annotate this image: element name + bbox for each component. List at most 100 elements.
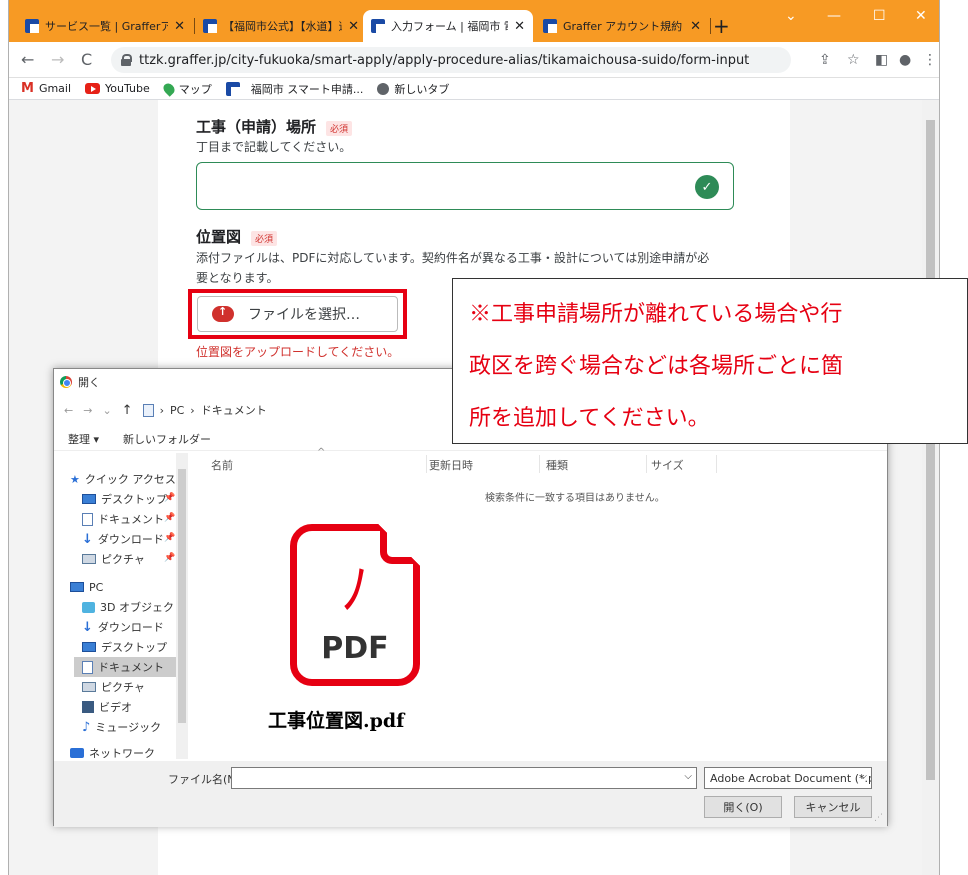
check-icon: ✓ [695, 175, 719, 199]
tree-item-pictures[interactable]: ピクチャ [82, 549, 145, 569]
page-scrollbar[interactable] [922, 100, 939, 875]
close-icon[interactable]: ✕ [348, 19, 359, 34]
cancel-button[interactable]: キャンセル [794, 796, 872, 818]
pdf-page-fold [376, 522, 422, 568]
share-icon[interactable]: ⇪ [819, 52, 831, 68]
tree-label: ピクチャ [101, 553, 145, 566]
bookmark-maps[interactable]: マップ [160, 80, 212, 97]
required-badge: 必須 [326, 121, 353, 136]
choose-file-button[interactable]: ファイルを選択… [197, 296, 398, 332]
maximize-icon[interactable]: ☐ [873, 8, 886, 24]
tree-item-pc[interactable]: PC [70, 577, 103, 597]
tree-label: 3D オブジェクト [100, 601, 185, 614]
bookmark-fukuoka-smart[interactable]: 福岡市 スマート申請... [225, 81, 363, 97]
tree-item-3d-objects[interactable]: 3D オブジェクト [82, 597, 185, 617]
scrollbar-thumb[interactable] [926, 120, 935, 780]
graffer-favicon-icon [25, 19, 39, 33]
youtube-icon [85, 83, 101, 94]
3d-objects-icon [82, 601, 95, 613]
empty-message: 検索条件に一致する項目はありません。 [485, 493, 665, 504]
tree-item-quick-access[interactable]: ★ クイック アクセス [70, 469, 176, 489]
recent-dropdown-icon[interactable]: ⌄ [102, 404, 111, 417]
tree-item-desktop[interactable]: デスクトップ [82, 637, 167, 657]
bookmark-gmail[interactable]: M Gmail [21, 81, 71, 96]
graffer-favicon-icon [225, 81, 240, 96]
dialog-title: 開く [78, 376, 100, 389]
desktop-icon [82, 642, 96, 652]
tab-search-icon[interactable]: ⌄ [785, 8, 797, 24]
map-help-line: 添付ファイルは、PDFに対応しています。契約件名が異なる工事・設計については別途… [196, 251, 710, 265]
gmail-icon: M [21, 81, 34, 96]
tree-label: ピクチャ [101, 681, 145, 694]
globe-icon [377, 82, 390, 95]
map-label: 位置図 [196, 228, 242, 246]
cloud-upload-icon [212, 305, 234, 322]
tab-graffer-terms[interactable]: Graffer アカウント規約 | G ✕ [535, 10, 709, 42]
organize-button[interactable]: 整理 ▾ [68, 431, 99, 447]
tree-label: ミュージック [95, 721, 162, 734]
tab-fukuoka-official[interactable]: 【福岡市公式】【水道】道路 ✕ [195, 10, 367, 42]
note-callout: ※工事申請場所が離れている場合や行 政区を跨ぐ場合などは各場所ごとに箇 所を追加… [452, 278, 968, 444]
music-icon: ♪ [82, 719, 91, 735]
tree-item-downloads[interactable]: ↓ ダウンロード [82, 529, 164, 549]
download-icon: ↓ [82, 531, 93, 547]
back-icon[interactable]: ← [64, 404, 73, 417]
tree-item-documents-selected[interactable]: ドキュメント [74, 657, 176, 677]
minimize-icon[interactable]: — [827, 8, 841, 24]
pin-icon: 📌 [164, 533, 176, 543]
close-icon[interactable]: ✕ [514, 19, 525, 34]
documents-icon [82, 660, 93, 674]
bookmark-youtube[interactable]: YouTube [85, 82, 150, 95]
bookmark-new-tab[interactable]: 新しいタブ [377, 81, 449, 97]
forward-icon[interactable]: → [83, 404, 92, 417]
new-tab-button[interactable]: + [713, 14, 730, 38]
column-type[interactable]: 種類 [546, 457, 568, 473]
address-bar[interactable]: ttzk.graffer.jp/city-fukuoka/smart-apply… [111, 47, 791, 73]
tree-item-desktop[interactable]: デスクトップ [82, 489, 167, 509]
upload-error-message: 位置図をアップロードしてください。 [196, 345, 400, 359]
open-button[interactable]: 開く(O) [704, 796, 782, 818]
column-modified[interactable]: 更新日時 [429, 457, 473, 473]
tree-item-network[interactable]: ネットワーク [70, 743, 155, 759]
resize-grip-icon[interactable]: ⋰ [874, 813, 883, 823]
scrollbar-thumb[interactable] [178, 469, 186, 723]
tree-label: デスクトップ [101, 493, 167, 506]
pin-icon: 📌 [164, 553, 176, 563]
filetype-select[interactable]: Adobe Acrobat Document (*.pc ⌵ [704, 767, 872, 789]
tree-item-documents[interactable]: ドキュメント [82, 509, 164, 529]
tab-input-form[interactable]: 入力フォーム | 福岡市 電子 ✕ [363, 10, 533, 42]
column-size[interactable]: サイズ [651, 457, 684, 473]
up-arrow-icon[interactable]: ↑ [122, 403, 133, 418]
close-icon[interactable]: ✕ [174, 19, 185, 34]
pin-icon: 📌 [164, 493, 176, 503]
reload-icon[interactable]: C [81, 50, 92, 69]
location-input[interactable]: ✓ [196, 162, 734, 210]
bookmark-star-icon[interactable]: ☆ [847, 52, 860, 68]
new-folder-button[interactable]: 新しいフォルダー [123, 431, 211, 447]
tree-item-downloads[interactable]: ↓ ダウンロード [82, 617, 164, 637]
breadcrumb-documents[interactable]: ドキュメント [201, 402, 267, 418]
tree-item-pictures[interactable]: ピクチャ [82, 677, 145, 697]
filename-input[interactable]: ⌵ [231, 767, 697, 789]
side-panel-icon[interactable]: ◧ [875, 52, 888, 68]
menu-kebab-icon[interactable]: ⋮ [923, 52, 937, 68]
tree-label: ダウンロード [97, 621, 164, 634]
tree-item-music[interactable]: ♪ ミュージック [82, 717, 161, 737]
dialog-footer: ファイル名(N): ⌵ Adobe Acrobat Document (*.pc… [54, 761, 887, 827]
navigation-scrollbar[interactable] [176, 453, 188, 759]
browser-toolbar: ← → C ttzk.graffer.jp/city-fukuoka/smart… [9, 42, 939, 78]
column-name[interactable]: 名前 [211, 457, 233, 473]
chevron-down-icon[interactable]: ⌵ [684, 771, 692, 782]
tab-service-list[interactable]: サービス一覧 | Grafferアカウ ✕ [17, 10, 193, 42]
bookmark-label: YouTube [105, 82, 150, 95]
forward-icon[interactable]: → [51, 50, 64, 69]
back-icon[interactable]: ← [21, 50, 34, 69]
profile-avatar-icon[interactable]: ● [899, 52, 911, 68]
tree-item-videos[interactable]: ビデオ [82, 697, 132, 717]
close-icon[interactable]: ✕ [690, 19, 701, 34]
breadcrumb-pc[interactable]: PC [170, 404, 184, 417]
close-window-icon[interactable]: ✕ [915, 8, 927, 24]
callout-line: 所を追加してください。 [469, 406, 710, 431]
breadcrumb[interactable]: › PC › ドキュメント [142, 402, 267, 418]
sort-up-icon: ^ [317, 447, 326, 458]
